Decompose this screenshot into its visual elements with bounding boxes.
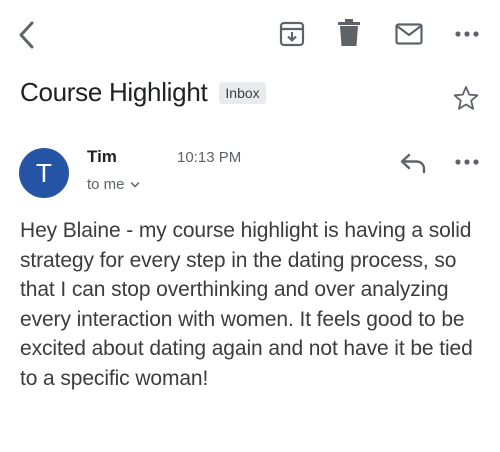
archive-icon[interactable] xyxy=(278,20,306,48)
delete-icon[interactable] xyxy=(336,18,362,48)
chevron-down-icon xyxy=(130,181,139,188)
sent-time: 10:13 PM xyxy=(177,149,242,166)
top-toolbar xyxy=(0,0,500,66)
reply-icon[interactable] xyxy=(398,150,428,176)
more-options-icon[interactable] xyxy=(452,24,482,44)
star-icon[interactable] xyxy=(452,84,480,112)
email-subject: Course Highlight xyxy=(20,76,208,107)
inbox-label-chip[interactable]: Inbox xyxy=(219,82,266,104)
back-arrow-icon[interactable] xyxy=(12,18,42,52)
sender-name: Tim xyxy=(87,147,117,166)
mark-unread-mail-icon[interactable] xyxy=(394,22,424,46)
message-more-options-icon[interactable] xyxy=(452,152,482,172)
sender-avatar[interactable]: T xyxy=(19,148,69,198)
email-view: Course Highlight Inbox T Tim 10:13 PM to… xyxy=(0,0,500,452)
recipient-text: to me xyxy=(87,176,125,193)
recipient-details-toggle[interactable]: to me xyxy=(87,176,140,193)
email-body: Hey Blaine - my course highlight is havi… xyxy=(20,219,473,390)
subject-row: Course Highlight Inbox xyxy=(20,74,266,110)
